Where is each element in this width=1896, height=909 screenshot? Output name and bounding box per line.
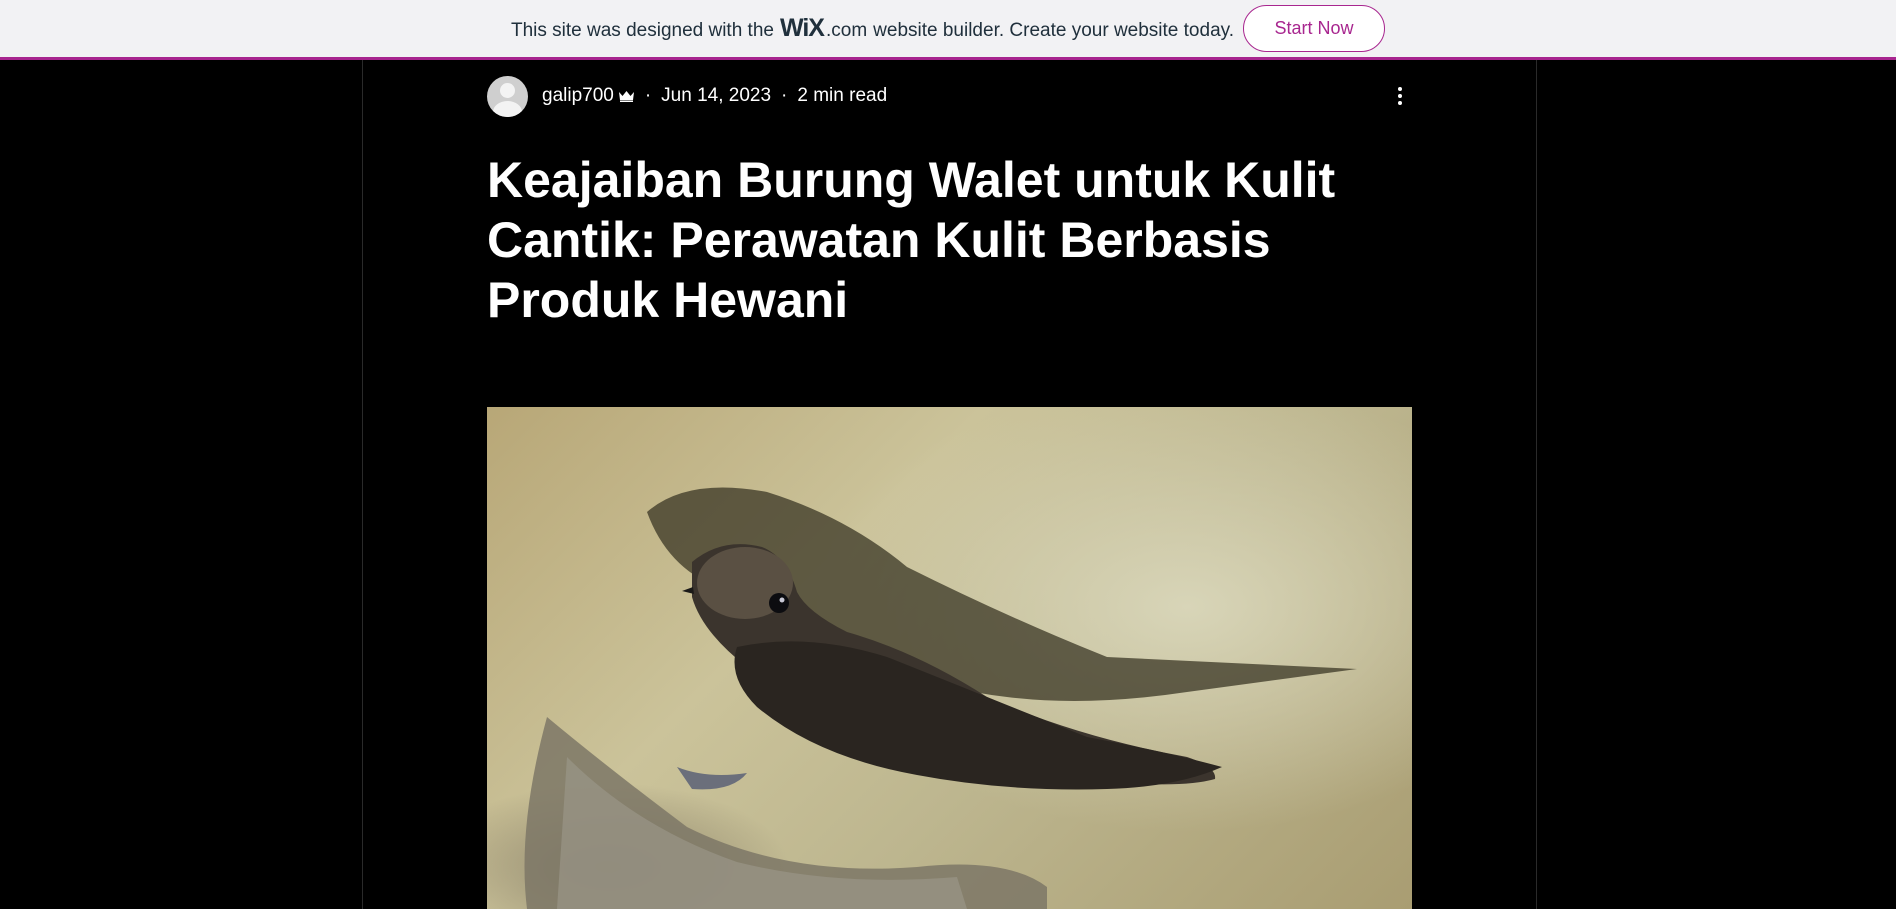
hero-image: [487, 407, 1412, 909]
meta-separator: ·: [781, 85, 788, 106]
wix-dotcom: .com: [825, 20, 868, 41]
more-vertical-icon[interactable]: [1392, 82, 1408, 110]
read-time: 2 min read: [797, 85, 888, 106]
wix-banner: This site was designed with the WiX .com…: [0, 0, 1896, 60]
user-avatar-icon[interactable]: [487, 75, 528, 117]
wix-logo[interactable]: WiX: [780, 14, 825, 43]
wix-banner-text: This site was designed with the WiX .com…: [511, 14, 1234, 43]
meta-separator: ·: [644, 85, 652, 106]
post-date: Jun 14, 2023: [661, 85, 772, 106]
banner-suffix: website builder. Create your website tod…: [873, 20, 1234, 41]
start-now-button[interactable]: Start Now: [1243, 5, 1385, 52]
author-name[interactable]: galip700: [542, 85, 614, 107]
crown-icon: [618, 90, 635, 102]
swiftlet-bird-photo: [524, 487, 1357, 909]
post-title: Keajaiban Burung Walet untuk Kulit Canti…: [487, 152, 1336, 328]
banner-prefix: This site was designed with the: [511, 20, 774, 41]
post-meta: galip700 · Jun 14, 2023 · 2 min read: [487, 75, 887, 117]
